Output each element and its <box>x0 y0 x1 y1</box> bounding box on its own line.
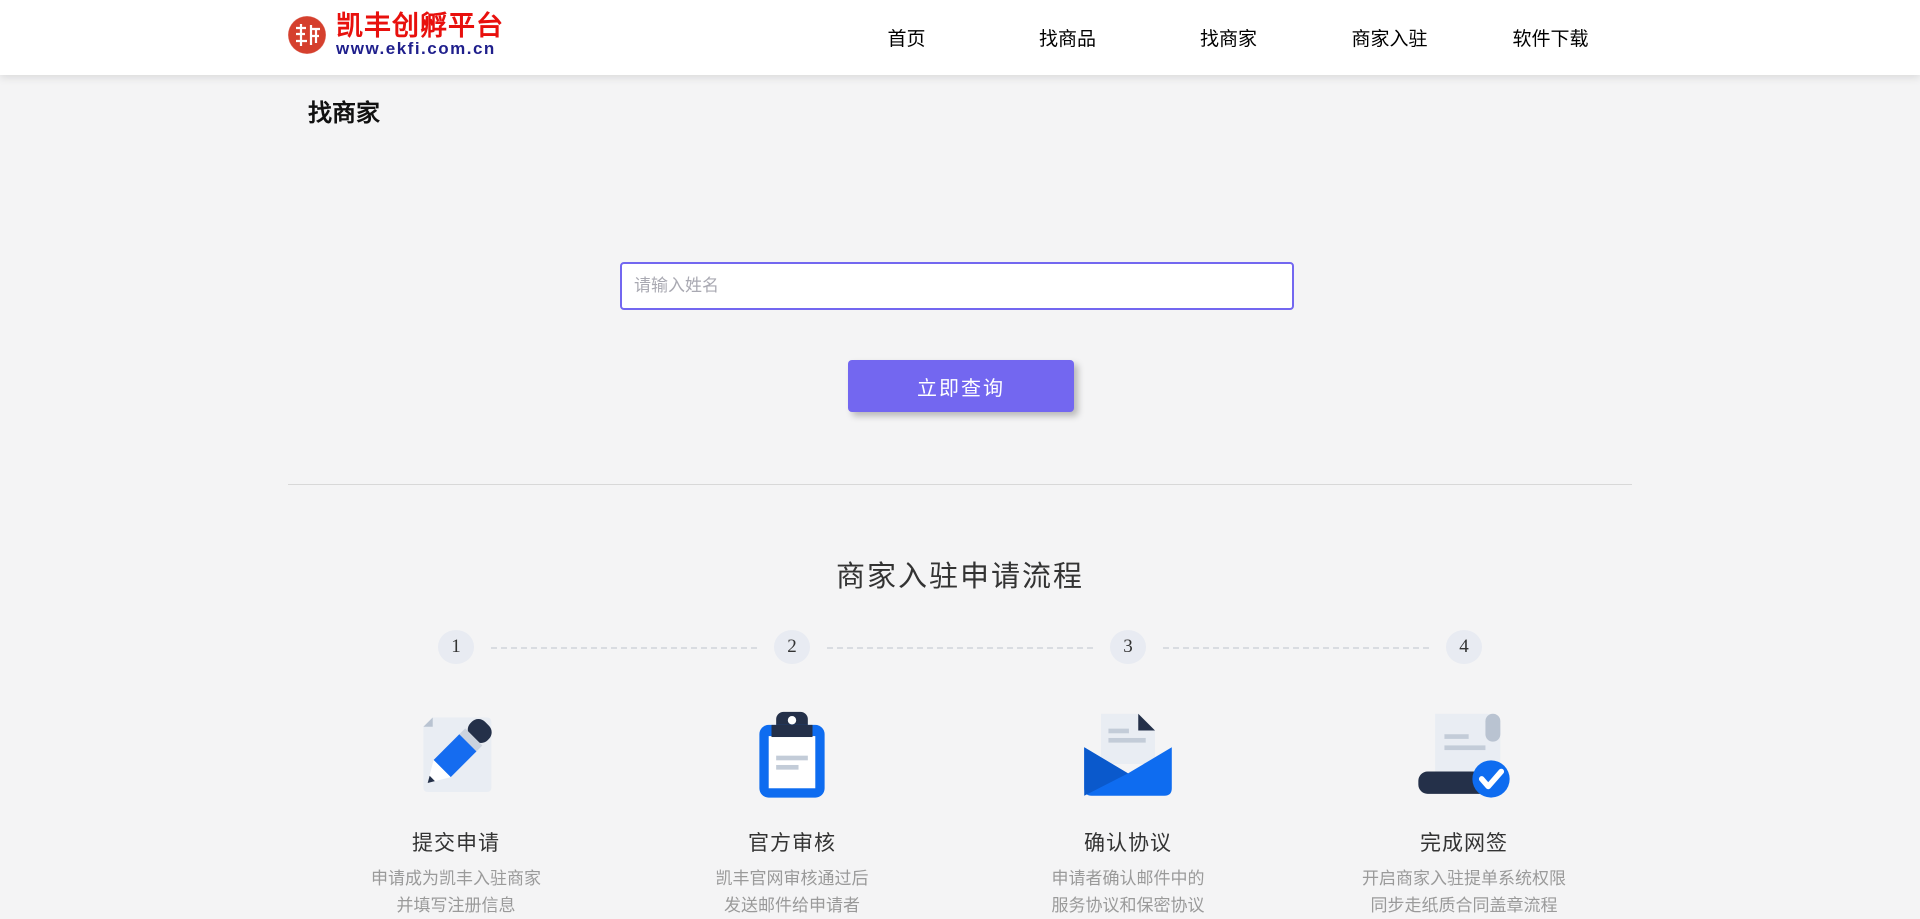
step-description-line: 开启商家入驻提单系统权限 <box>1362 865 1566 892</box>
nav-item-software-download[interactable]: 软件下载 <box>1470 24 1631 51</box>
step-number-badge: 4 <box>1446 630 1482 664</box>
site-logo[interactable]: 凯丰创孵平台 www.ekfi.com.cn <box>286 12 504 58</box>
step-description: 申请者确认邮件中的 服务协议和保密协议 <box>1052 865 1205 919</box>
step-description-line: 并填写注册信息 <box>371 892 541 919</box>
page-title: 找商家 <box>308 93 380 128</box>
envelope-icon <box>1073 710 1183 799</box>
process-steps: 1 提交申请 申请成为凯丰入驻商家 并填写注册信息 2 <box>288 630 1632 919</box>
logo-title: 凯丰创孵平台 <box>336 12 504 40</box>
step-number-badge: 2 <box>774 630 810 664</box>
step-title: 提交申请 <box>412 827 500 857</box>
step-description-line: 同步走纸质合同盖章流程 <box>1362 892 1566 919</box>
nav-item-find-products[interactable]: 找商品 <box>987 24 1148 51</box>
step-connector-dashed-line <box>1163 647 1429 649</box>
step-description: 开启商家入驻提单系统权限 同步走纸质合同盖章流程 <box>1362 865 1566 919</box>
process-step-submit: 1 提交申请 申请成为凯丰入驻商家 并填写注册信息 <box>288 630 624 919</box>
process-step-confirm: 3 确认协议 申请者确认邮件中的 服务协议和保密协议 <box>960 630 1296 919</box>
step-number-badge: 3 <box>1110 630 1146 664</box>
logo-url: www.ekfi.com.cn <box>336 40 504 58</box>
step-connector-dashed-line <box>491 647 757 649</box>
step-description-line: 申请成为凯丰入驻商家 <box>371 865 541 892</box>
process-step-review: 2 官方审核 凯丰官网审核通过后 发送邮件给申请者 <box>624 630 960 919</box>
step-title: 完成网签 <box>1420 827 1508 857</box>
process-step-sign: 4 完成网签 开启商家入驻提单系统权限 同步走纸质合同盖章流程 <box>1296 630 1632 919</box>
edit-document-icon <box>401 710 511 799</box>
process-section-title: 商家入驻申请流程 <box>0 553 1920 595</box>
clipboard-icon <box>737 710 847 799</box>
step-number-badge: 1 <box>438 630 474 664</box>
step-title: 确认协议 <box>1084 827 1172 857</box>
page-root: 凯丰创孵平台 www.ekfi.com.cn 首页 找商品 找商家 商家入驻 软… <box>0 0 1920 919</box>
step-connector-dashed-line <box>827 647 1093 649</box>
seal-stamp-icon <box>286 14 328 56</box>
step-description-line: 凯丰官网审核通过后 <box>716 865 869 892</box>
nav-item-home[interactable]: 首页 <box>826 24 987 51</box>
step-description-line: 发送邮件给申请者 <box>716 892 869 919</box>
name-search-input[interactable] <box>620 262 1294 310</box>
step-description: 申请成为凯丰入驻商家 并填写注册信息 <box>371 865 541 919</box>
step-description-line: 申请者确认邮件中的 <box>1052 865 1205 892</box>
step-title: 官方审核 <box>748 827 836 857</box>
contract-check-icon <box>1409 710 1519 799</box>
top-navbar: 凯丰创孵平台 www.ekfi.com.cn 首页 找商品 找商家 商家入驻 软… <box>0 0 1920 75</box>
query-now-button[interactable]: 立即查询 <box>848 360 1074 412</box>
nav-item-find-merchants[interactable]: 找商家 <box>1148 24 1309 51</box>
step-description: 凯丰官网审核通过后 发送邮件给申请者 <box>716 865 869 919</box>
logo-text: 凯丰创孵平台 www.ekfi.com.cn <box>336 12 504 58</box>
nav-item-merchant-entry[interactable]: 商家入驻 <box>1309 24 1470 51</box>
step-description-line: 服务协议和保密协议 <box>1052 892 1205 919</box>
main-nav: 首页 找商品 找商家 商家入驻 软件下载 <box>826 0 1631 75</box>
section-divider <box>288 484 1632 485</box>
